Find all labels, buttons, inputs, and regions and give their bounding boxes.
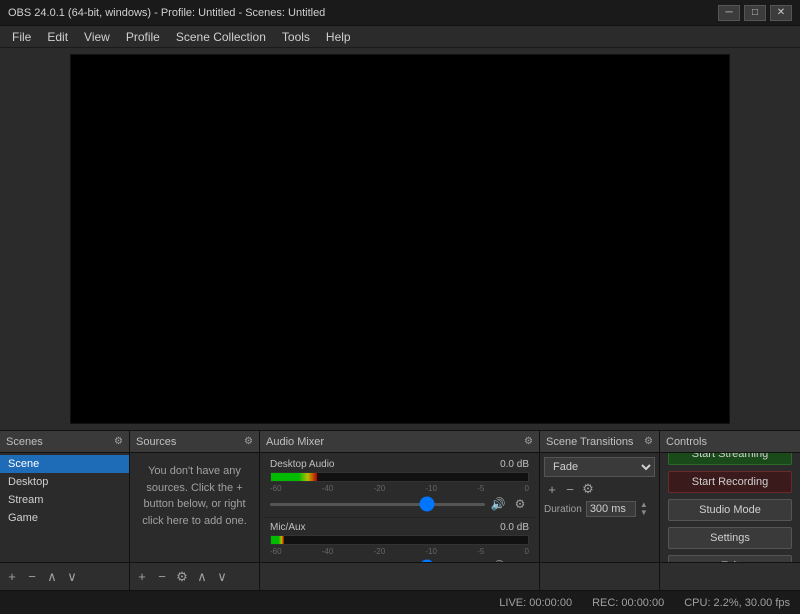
scene-list: Scene Desktop Stream Game xyxy=(0,453,129,529)
transitions-content: Fade Cut Swipe Slide Stinger Fade to Col… xyxy=(540,453,659,562)
audio-channel-desktop: Desktop Audio 0.0 dB -60-40-20-10-50 🔊 ⚙ xyxy=(264,455,535,518)
titlebar: OBS 24.0.1 (64-bit, windows) - Profile: … xyxy=(0,0,800,26)
minimize-button[interactable]: ─ xyxy=(718,5,740,21)
scene-item-game[interactable]: Game xyxy=(0,509,129,527)
window-controls: ─ □ ✕ xyxy=(718,5,792,21)
menu-tools[interactable]: Tools xyxy=(274,28,318,46)
sources-up-button[interactable]: ∧ xyxy=(194,569,210,585)
controls-content: Start Streaming Start Recording Studio M… xyxy=(660,453,800,562)
desktop-audio-controls: 🔊 ⚙ xyxy=(270,495,529,513)
scene-item-stream[interactable]: Stream xyxy=(0,491,129,509)
controls-panel: Controls Start Streaming Start Recording… xyxy=(660,431,800,590)
transition-type-select[interactable]: Fade Cut Swipe Slide Stinger Fade to Col… xyxy=(544,457,655,477)
rec-status: REC: 00:00:00 xyxy=(592,597,664,609)
desktop-audio-settings-button[interactable]: ⚙ xyxy=(511,495,529,513)
transitions-footer xyxy=(540,562,659,590)
mic-aux-db: 0.0 dB xyxy=(500,522,529,533)
close-button[interactable]: ✕ xyxy=(770,5,792,21)
scene-item-scene[interactable]: Scene xyxy=(0,455,129,473)
scene-item-desktop[interactable]: Desktop xyxy=(0,473,129,491)
titlebar-title: OBS 24.0.1 (64-bit, windows) - Profile: … xyxy=(8,7,325,19)
menu-edit[interactable]: Edit xyxy=(39,28,76,46)
scenes-add-button[interactable]: + xyxy=(4,569,20,585)
scenes-remove-button[interactable]: − xyxy=(24,569,40,585)
sources-options-icon[interactable]: ⚙ xyxy=(244,436,253,447)
menubar: File Edit View Profile Scene Collection … xyxy=(0,26,800,48)
transitions-label: Scene Transitions xyxy=(546,436,633,448)
menu-profile[interactable]: Profile xyxy=(118,28,168,46)
desktop-audio-meter xyxy=(270,472,529,482)
scenes-label: Scenes xyxy=(6,436,43,448)
transition-add-button[interactable]: + xyxy=(544,481,560,497)
audio-channel-desktop-header: Desktop Audio 0.0 dB xyxy=(270,459,529,470)
mic-aux-meter xyxy=(270,535,529,545)
controls-footer xyxy=(660,562,800,590)
mic-aux-label: Mic/Aux xyxy=(270,522,306,533)
duration-down-button[interactable]: ▼ xyxy=(640,509,648,517)
controls-label: Controls xyxy=(666,436,707,448)
audio-content: Desktop Audio 0.0 dB -60-40-20-10-50 🔊 ⚙ xyxy=(260,453,539,562)
audio-channel-mic: Mic/Aux 0.0 dB -60-40-20-10-50 🔊 ⚙ xyxy=(264,518,535,562)
exit-button[interactable]: Exit xyxy=(668,555,792,563)
audio-channel-mic-header: Mic/Aux 0.0 dB xyxy=(270,522,529,533)
desktop-audio-meter-fill xyxy=(271,473,317,481)
start-recording-button[interactable]: Start Recording xyxy=(668,471,792,493)
audio-footer xyxy=(260,562,539,590)
cpu-status: CPU: 2.2%, 30.00 fps xyxy=(684,597,790,609)
menu-help[interactable]: Help xyxy=(318,28,359,46)
audio-header: Audio Mixer ⚙ xyxy=(260,431,539,453)
desktop-audio-db: 0.0 dB xyxy=(500,459,529,470)
menu-scene-collection[interactable]: Scene Collection xyxy=(168,28,274,46)
live-status: LIVE: 00:00:00 xyxy=(499,597,572,609)
scenes-up-button[interactable]: ∧ xyxy=(44,569,60,585)
preview-canvas xyxy=(70,54,730,424)
sources-panel: Sources ⚙ You don't have any sources. Cl… xyxy=(130,431,260,590)
desktop-audio-ticks: -60-40-20-10-50 xyxy=(270,484,529,493)
audio-options-icon[interactable]: ⚙ xyxy=(524,436,533,447)
menu-file[interactable]: File xyxy=(4,28,39,46)
scenes-options-icon[interactable]: ⚙ xyxy=(114,436,123,447)
duration-label: Duration xyxy=(544,504,582,515)
desktop-audio-mute-button[interactable]: 🔊 xyxy=(489,495,507,513)
settings-button[interactable]: Settings xyxy=(668,527,792,549)
start-streaming-button[interactable]: Start Streaming xyxy=(668,453,792,465)
controls-header: Controls xyxy=(660,431,800,453)
panels: Scenes ⚙ Scene Desktop Stream Game + − ∧… xyxy=(0,430,800,590)
maximize-button[interactable]: □ xyxy=(744,5,766,21)
audio-panel: Audio Mixer ⚙ Desktop Audio 0.0 dB -60-4… xyxy=(260,431,540,590)
audio-label: Audio Mixer xyxy=(266,436,324,448)
scenes-header: Scenes ⚙ xyxy=(0,431,129,453)
menu-view[interactable]: View xyxy=(76,28,118,46)
sources-settings-button[interactable]: ⚙ xyxy=(174,569,190,585)
scenes-panel: Scenes ⚙ Scene Desktop Stream Game + − ∧… xyxy=(0,431,130,590)
sources-empty-text: You don't have any sources. Click the + … xyxy=(134,457,255,535)
sources-add-button[interactable]: + xyxy=(134,569,150,585)
transition-remove-button[interactable]: − xyxy=(562,481,578,497)
sources-remove-button[interactable]: − xyxy=(154,569,170,585)
transition-settings-button[interactable]: ⚙ xyxy=(580,481,596,497)
mic-aux-ticks: -60-40-20-10-50 xyxy=(270,547,529,556)
sources-header: Sources ⚙ xyxy=(130,431,259,453)
sources-content[interactable]: You don't have any sources. Click the + … xyxy=(130,453,259,562)
desktop-audio-label: Desktop Audio xyxy=(270,459,335,470)
transitions-panel: Scene Transitions ⚙ Fade Cut Swipe Slide… xyxy=(540,431,660,590)
sources-down-button[interactable]: ∨ xyxy=(214,569,230,585)
sources-footer: + − ⚙ ∧ ∨ xyxy=(130,562,259,590)
scenes-down-button[interactable]: ∨ xyxy=(64,569,80,585)
sources-label: Sources xyxy=(136,436,176,448)
desktop-audio-slider[interactable] xyxy=(270,503,485,506)
duration-row: Duration ▲ ▼ xyxy=(544,501,655,517)
scenes-footer: + − ∧ ∨ xyxy=(0,562,129,590)
mic-aux-meter-fill xyxy=(271,536,284,544)
transitions-header: Scene Transitions ⚙ xyxy=(540,431,659,453)
statusbar: LIVE: 00:00:00 REC: 00:00:00 CPU: 2.2%, … xyxy=(0,590,800,614)
studio-mode-button[interactable]: Studio Mode xyxy=(668,499,792,521)
duration-input[interactable] xyxy=(586,501,636,517)
transitions-options-icon[interactable]: ⚙ xyxy=(644,436,653,447)
scenes-content: Scene Desktop Stream Game xyxy=(0,453,129,562)
transitions-add-remove-row: + − ⚙ xyxy=(544,481,655,497)
